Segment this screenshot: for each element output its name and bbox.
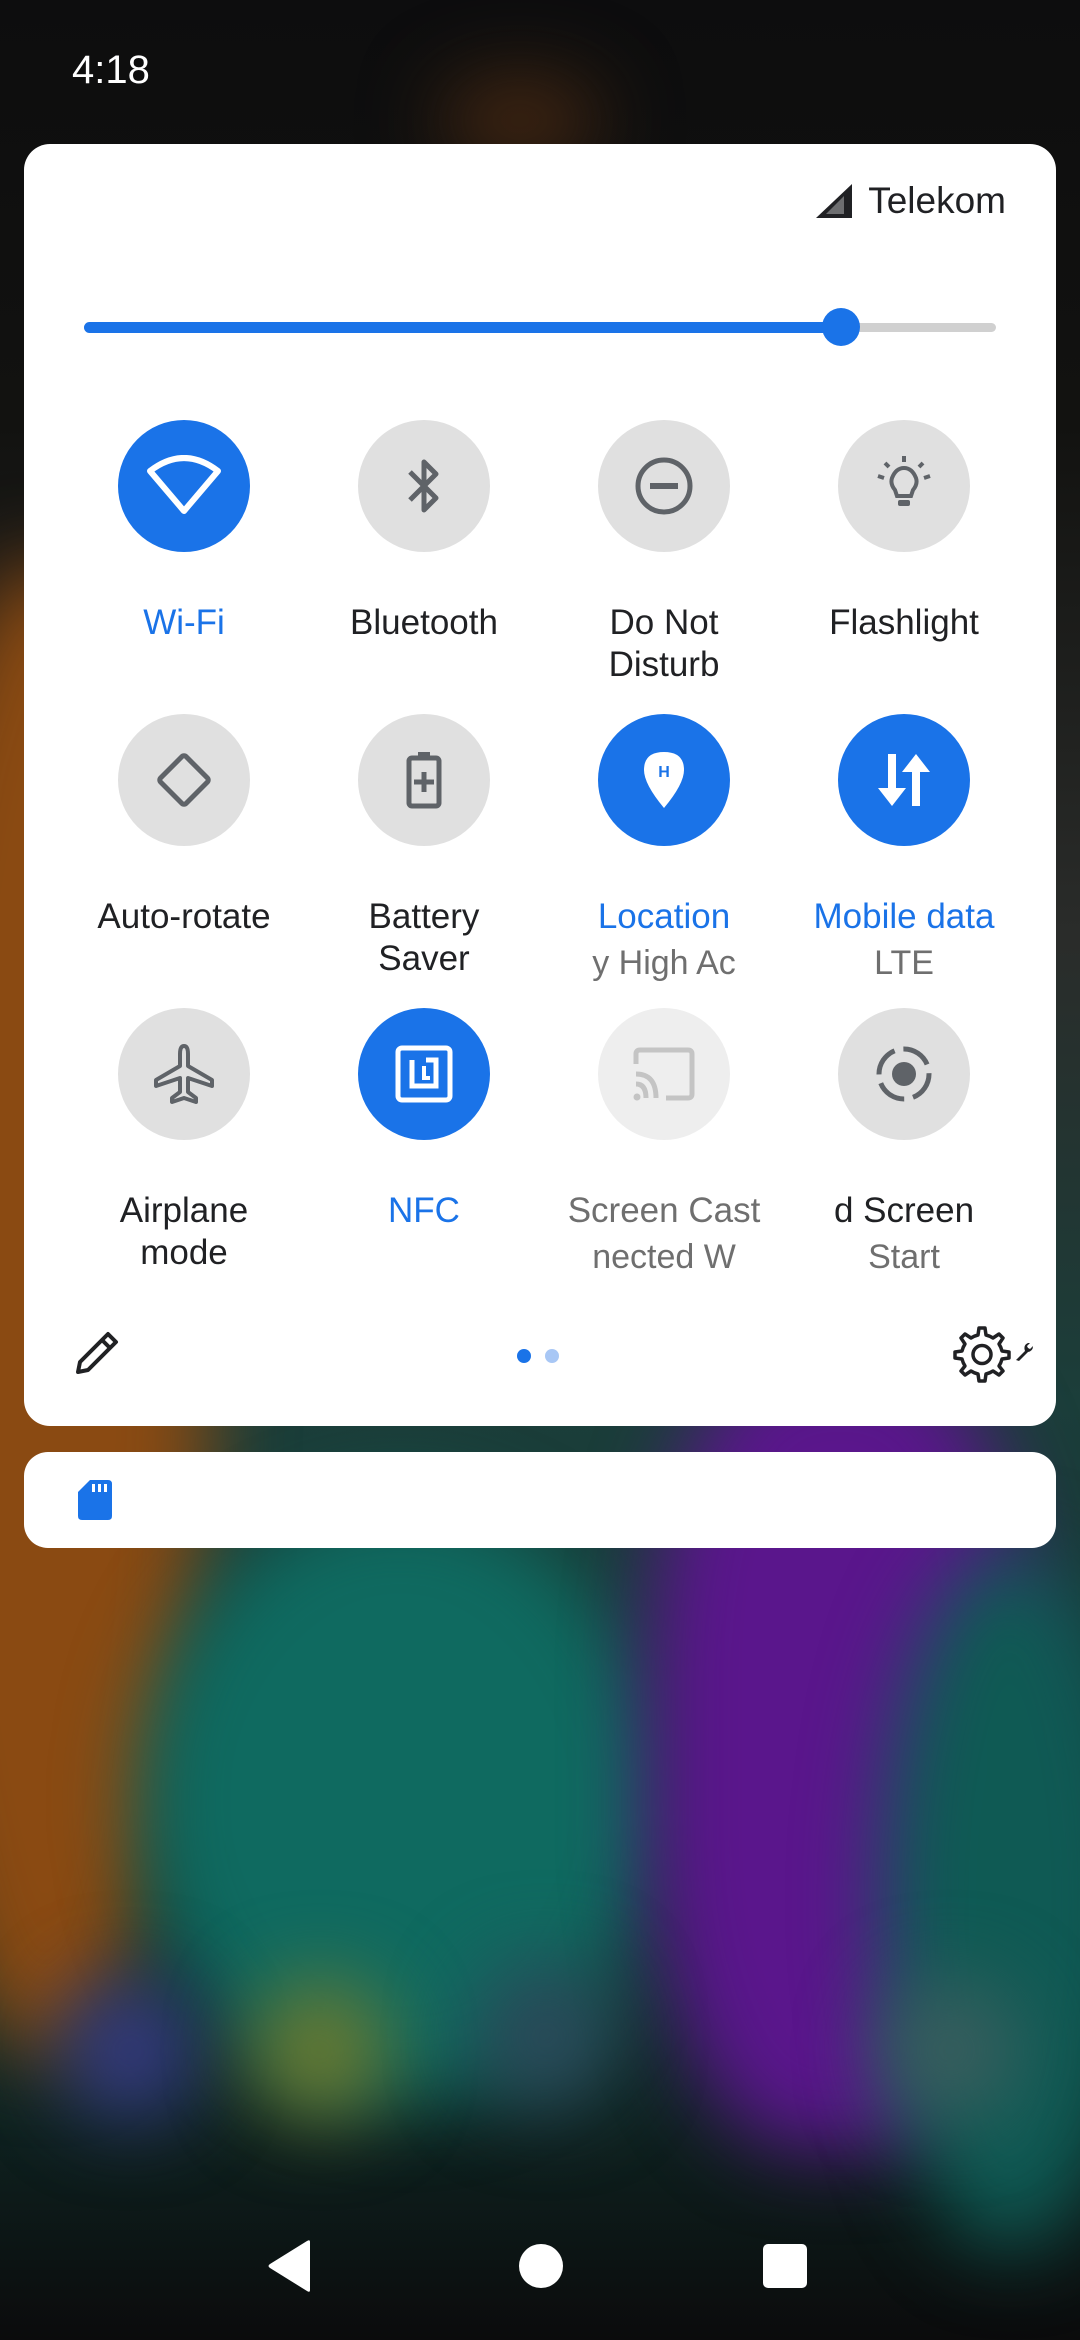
tile-location-label: Location — [597, 897, 731, 936]
page-indicator — [517, 1349, 559, 1363]
tile-nfc[interactable]: NFC — [304, 1008, 544, 1232]
tile-screen-cast-toggle[interactable] — [598, 1008, 730, 1140]
tile-screen-record-toggle[interactable] — [838, 1008, 970, 1140]
screen-record-icon — [876, 1046, 932, 1102]
tile-auto-rotate[interactable]: Auto-rotate — [64, 714, 304, 938]
tile-battery-saver-label: Battery Saver — [304, 896, 544, 980]
brightness-fill — [84, 322, 841, 333]
tile-airplane-mode[interactable]: Airplane mode — [64, 1008, 304, 1274]
gear-icon — [953, 1326, 1011, 1383]
status-bar: 4:18 — [0, 0, 1080, 140]
tile-screen-record-label: d Screen — [833, 1191, 975, 1230]
tile-bluetooth-toggle[interactable] — [358, 420, 490, 552]
tile-airplane-mode-label-line1: Airplane — [119, 1191, 249, 1230]
location-icon: H — [644, 752, 684, 808]
nfc-icon — [395, 1045, 453, 1103]
tile-screen-cast-label: Screen Cast — [567, 1191, 761, 1230]
airplane-icon — [154, 1044, 214, 1104]
tile-battery-saver-toggle[interactable] — [358, 714, 490, 846]
tile-dnd-label-line2: Disturb — [608, 645, 720, 684]
tile-screen-cast[interactable]: Screen Cast nected W — [544, 1008, 784, 1278]
tile-wifi[interactable]: Wi-Fi — [64, 420, 304, 644]
recents-icon[interactable] — [763, 2244, 807, 2288]
battery-saver-icon — [406, 752, 442, 809]
tile-auto-rotate-toggle[interactable] — [118, 714, 250, 846]
tile-mobile-data[interactable]: Mobile data LTE — [784, 714, 1024, 984]
page-dot — [545, 1349, 559, 1363]
bluetooth-icon — [408, 459, 439, 513]
svg-text:H: H — [658, 764, 670, 781]
flashlight-icon — [877, 456, 931, 506]
tile-flashlight-toggle[interactable] — [838, 420, 970, 552]
settings-button[interactable] — [952, 1324, 1033, 1384]
tile-dnd-label-line1: Do Not — [609, 603, 719, 642]
back-icon[interactable] — [264, 2238, 314, 2294]
tile-location-toggle[interactable]: H — [598, 714, 730, 846]
cast-icon — [633, 1047, 695, 1101]
tile-flashlight-label: Flashlight — [829, 603, 979, 642]
tile-mobile-data-toggle[interactable] — [838, 714, 970, 846]
tile-battery-saver-label-line2: Saver — [378, 939, 470, 978]
brightness-thumb[interactable] — [821, 308, 860, 346]
tile-airplane-mode-toggle[interactable] — [118, 1008, 250, 1140]
tile-location-subtitle: y High Ac — [592, 944, 736, 982]
tile-airplane-mode-label: Airplane mode — [64, 1190, 304, 1274]
carrier-indicator: Telekom — [816, 180, 1006, 222]
tile-screen-cast-subtitle: nected W — [592, 1238, 736, 1276]
edit-tiles-button[interactable] — [70, 1324, 130, 1384]
wrench-icon — [1016, 1343, 1033, 1361]
tile-screen-record-subtitle: Start — [868, 1238, 940, 1276]
tile-bluetooth-label: Bluetooth — [350, 603, 498, 642]
mobile-data-icon — [878, 754, 930, 806]
page-dot-active — [517, 1349, 531, 1363]
brightness-slider[interactable] — [84, 308, 996, 346]
home-icon[interactable] — [519, 2244, 563, 2288]
tile-wifi-label: Wi-Fi — [143, 603, 225, 642]
tile-screen-record[interactable]: d Screen Start — [784, 1008, 1024, 1278]
pencil-icon — [76, 1332, 118, 1374]
carrier-name: Telekom — [868, 180, 1006, 221]
tile-mobile-data-label: Mobile data — [813, 897, 995, 936]
tile-flashlight[interactable]: Flashlight — [784, 420, 1024, 644]
tile-bluetooth[interactable]: Bluetooth — [304, 420, 544, 644]
tile-nfc-label: NFC — [388, 1191, 460, 1230]
tile-location[interactable]: H Location y High Ac — [544, 714, 784, 984]
tile-battery-saver[interactable]: Battery Saver — [304, 714, 544, 980]
clock: 4:18 — [72, 48, 150, 92]
tile-mobile-data-subtitle: LTE — [874, 944, 934, 982]
do-not-disturb-icon — [635, 457, 693, 515]
navigation-bar — [0, 2208, 1080, 2340]
tile-airplane-mode-label-line2: mode — [140, 1233, 228, 1272]
tile-dnd[interactable]: Do Not Disturb — [544, 420, 784, 686]
tile-dnd-toggle[interactable] — [598, 420, 730, 552]
notification-card[interactable] — [24, 1452, 1056, 1548]
tile-dnd-label: Do Not Disturb — [544, 602, 784, 686]
tile-auto-rotate-label: Auto-rotate — [97, 897, 271, 936]
auto-rotate-icon — [157, 753, 211, 807]
wifi-icon — [147, 455, 221, 514]
signal-icon — [816, 184, 853, 218]
tile-wifi-toggle[interactable] — [118, 420, 250, 552]
sd-card-icon — [78, 1480, 112, 1520]
quick-settings-panel: Telekom Wi-Fi Bluetooth Do Not Disturb F… — [24, 144, 1056, 1426]
tile-battery-saver-label-line1: Battery — [368, 897, 480, 936]
tile-nfc-toggle[interactable] — [358, 1008, 490, 1140]
